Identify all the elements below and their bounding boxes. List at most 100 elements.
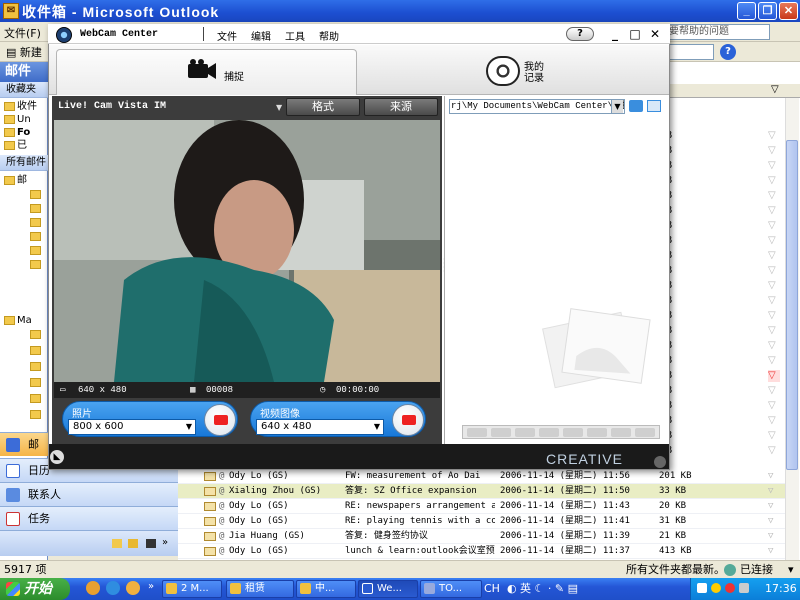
folder-icon[interactable] [30,378,41,387]
flag-icon[interactable]: ▽ [768,235,780,247]
flag-icon[interactable]: ▽ [768,250,780,262]
folder-icon[interactable] [30,362,41,371]
flag-icon[interactable]: ▽ [768,295,780,307]
wc-close-button[interactable]: ✕ [648,27,662,41]
table-row[interactable]: @ Ody Lo (GS) lunch & learn:outlook会议室预...… [178,544,798,559]
ie-icon[interactable] [106,581,120,595]
scrollbar-thumb[interactable] [786,140,798,470]
flag-icon[interactable]: ▽ [768,484,773,499]
camera-dropdown-icon[interactable]: ▼ [276,103,282,112]
notes-icon[interactable] [112,539,122,548]
upload-icon[interactable] [611,428,631,437]
flag-icon[interactable]: ▽ [768,130,780,142]
task-to[interactable]: TO... [420,580,482,598]
more-folders[interactable]: Ma [4,314,48,327]
toolbar-dropdown[interactable] [668,44,714,60]
outlook-title-bar[interactable]: ✉ 收件箱 - Microsoft Outlook _ ❐ ✕ [0,0,800,22]
folder-icon[interactable] [30,410,41,419]
task-rent[interactable]: 租赁 [226,580,294,598]
favorite-folder[interactable]: 已 [4,139,48,152]
favorites-header[interactable]: 收藏夹 [0,82,48,98]
task-webcam[interactable]: We... [358,580,418,598]
wc-menu-file[interactable]: 文件 [217,28,237,43]
tray-icon[interactable] [697,583,707,593]
flag-icon[interactable]: ▽ [768,175,780,187]
flag-icon[interactable]: ▽ [768,430,780,442]
wc-menu-help[interactable]: 帮助 [319,28,339,43]
volume-icon[interactable] [739,583,749,593]
flag-icon[interactable]: ▽ [768,400,780,412]
wc-menu-tools[interactable]: 工具 [285,28,305,43]
folder-icon[interactable] [30,394,41,403]
new-button[interactable]: ▤ 新建 [6,44,42,60]
maximize-button[interactable]: ❐ [758,2,777,20]
camera-selector[interactable]: Live! Cam Vista IM [58,101,166,112]
wc-minimize-button[interactable]: _ [608,27,622,41]
path-dropdown-icon[interactable]: ▼ [611,100,623,113]
wc-maximize-button[interactable]: □ [628,27,642,41]
format-button[interactable]: 格式 [286,98,360,116]
minimize-button[interactable]: _ [737,2,756,20]
take-photo-button[interactable] [204,404,236,436]
folder-icon[interactable] [30,218,41,227]
collapse-icon[interactable]: ◣ [50,450,64,464]
flag-icon[interactable]: ▽ [768,529,773,544]
save-path-field[interactable]: rj\My Documents\WebCam Center\捕捉 [449,99,625,114]
flag-icon[interactable]: ▽ [768,355,780,367]
mailbox-folder[interactable]: 邮 [4,174,48,187]
status-dropdown-icon[interactable]: ▾ [788,561,794,579]
nav-contacts-button[interactable]: 联系人 [0,482,178,506]
flag-icon[interactable]: ▽ [768,160,780,172]
flag-icon[interactable]: ▽ [768,499,773,514]
help-search-input[interactable]: 要帮助的问题 [666,24,770,40]
gallery-tool-icon[interactable] [467,428,487,437]
flag-icon[interactable]: ▽ [768,370,780,382]
quicklaunch-more-icon[interactable]: » [148,581,154,592]
task-chinese[interactable]: 中... [296,580,356,598]
clock[interactable]: 17:36 [765,578,797,600]
thumbnail-view-icon[interactable] [647,100,661,112]
flag-icon[interactable]: ▽ [768,280,780,292]
video-size-select[interactable]: 640 x 480 ▼ [256,419,384,435]
flag-icon[interactable]: ▽ [768,445,780,457]
favorite-folder[interactable]: Un [4,113,48,126]
menu-file[interactable]: 文件(F) [4,25,41,41]
record-video-button[interactable] [392,404,424,436]
flag-icon[interactable]: ▽ [768,469,773,484]
wc-menu-edit[interactable]: 编辑 [251,28,271,43]
table-row[interactable]: @ Ody Lo (GS) FW: measurement of Ao Dai 200… [178,469,798,484]
shortcuts-icon[interactable] [146,539,156,548]
connection-status[interactable]: 已连接 [740,561,773,579]
edit-icon[interactable] [539,428,559,437]
folder-icon[interactable] [30,232,41,241]
desktop-icon[interactable] [86,581,100,595]
slideshow-icon[interactable] [635,428,655,437]
help-icon[interactable]: ? [720,44,736,60]
wc-help-button[interactable]: ? [566,27,594,41]
flag-icon[interactable]: ▽ [768,205,780,217]
favorite-folder[interactable]: 收件 [4,100,48,113]
flag-icon[interactable]: ▽ [768,340,780,352]
flag-icon[interactable]: ▽ [768,325,780,337]
flag-icon[interactable]: ▽ [768,265,780,277]
delete-icon[interactable] [491,428,511,437]
flag-icon[interactable]: ▽ [768,310,780,322]
folder-icon[interactable] [30,346,41,355]
folder-icon[interactable] [30,330,41,339]
tab-records-label[interactable]: 我的 记录 [524,62,554,84]
email-icon[interactable] [563,428,583,437]
favorite-folder[interactable]: Fo [4,126,48,139]
all-mail-header[interactable]: 所有邮件 [0,155,48,171]
flag-icon[interactable]: ▽ [768,220,780,232]
folder-list-icon[interactable] [128,539,138,548]
ime-indicator[interactable]: CH ◐ 英 ☾ · ✎ ▤ [484,580,578,598]
flag-icon[interactable]: ▽ [768,514,773,529]
tray-icon[interactable] [711,583,721,593]
flag-icon[interactable]: ▽ [768,190,780,202]
flag-icon[interactable]: ▽ [768,385,780,397]
video-preview[interactable] [54,120,440,382]
table-row[interactable]: @ Xialing Zhou (GS) 答复: SZ Office expansio… [178,484,798,499]
table-row[interactable]: @ Ody Lo (GS) RE: newspapers arrangement a… [178,499,798,514]
table-row[interactable]: @ Ody Lo (GS) RE: playing tennis with a co… [178,514,798,529]
table-row[interactable]: @ Jia Huang (GS) 答复: 健身签约协议 2006-11-14 (星期二… [178,529,798,544]
